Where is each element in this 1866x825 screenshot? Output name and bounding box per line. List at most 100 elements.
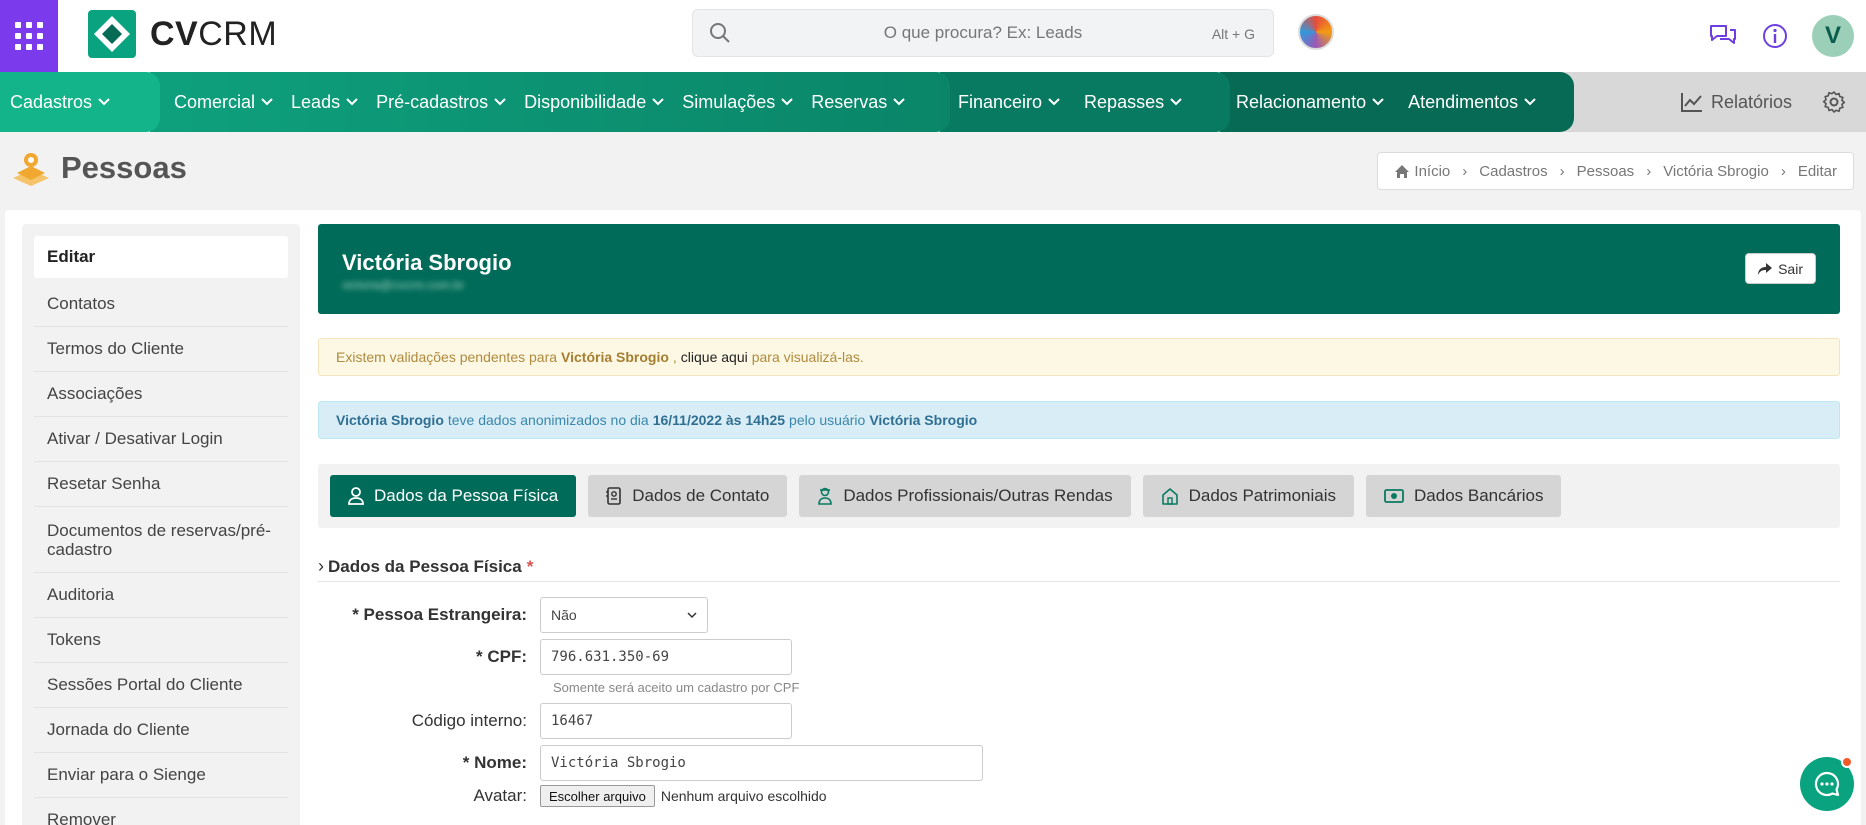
breadcrumb-cadastros[interactable]: Cadastros (1479, 163, 1547, 180)
nav-item-atendimentos[interactable]: Atendimentos (1408, 92, 1536, 113)
tab-patrimoniais[interactable]: Dados Patrimoniais (1142, 475, 1355, 517)
page-title: Pessoas (61, 150, 187, 185)
breadcrumb-person[interactable]: Victória Sbrogio (1663, 163, 1769, 180)
side-item-ativar-login[interactable]: Ativar / Desativar Login (34, 417, 288, 462)
search-icon (710, 23, 730, 43)
chevron-right-icon: › (318, 556, 324, 576)
nav-group-1: Cadastros (0, 72, 160, 132)
code-input[interactable]: 16467 (540, 703, 792, 739)
chevron-down-icon (652, 98, 664, 106)
side-item-sessoes[interactable]: Sessões Portal do Cliente (34, 663, 288, 708)
section-header-pessoa-fisica[interactable]: › Dados da Pessoa Física * (318, 552, 1840, 582)
chevron-down-icon (1170, 98, 1182, 106)
global-search[interactable]: O que procura? Ex: Leads Alt + G (692, 9, 1274, 57)
nav-item-leads[interactable]: Leads (291, 92, 358, 113)
code-label: Código interno: (411, 711, 527, 730)
form-tabs: Dados da Pessoa Física Dados de Contato … (318, 464, 1840, 528)
tab-bancarios[interactable]: Dados Bancários (1366, 475, 1562, 517)
page-header: Pessoas Início › Cadastros › Pessoas › V… (0, 132, 1866, 200)
chevron-down-icon (98, 98, 110, 106)
color-avatar[interactable] (1298, 14, 1334, 50)
nav-item-cadastros[interactable]: Cadastros (10, 92, 110, 113)
choose-file-button[interactable]: Escolher arquivo (540, 785, 655, 807)
side-item-documentos[interactable]: Documentos de reservas/pré-cadastro (34, 507, 288, 573)
contact-card-icon (606, 487, 622, 505)
side-item-jornada[interactable]: Jornada do Cliente (34, 708, 288, 753)
user-avatar[interactable]: V (1812, 15, 1854, 57)
side-item-associacoes[interactable]: Associações (34, 372, 288, 417)
share-icon (1758, 262, 1773, 275)
side-menu: Editar Contatos Termos do Cliente Associ… (22, 224, 300, 825)
nav-item-reservas[interactable]: Reservas (811, 92, 906, 113)
tab-contato[interactable]: Dados de Contato (588, 475, 788, 517)
app-logo[interactable]: CVCRM (88, 9, 277, 59)
breadcrumb-current: Editar (1797, 162, 1837, 180)
chevron-down-icon (494, 98, 506, 106)
breadcrumb: Início › Cadastros › Pessoas › Victória … (1377, 152, 1854, 190)
money-icon (1384, 489, 1404, 503)
form-row-avatar: Avatar: Escolher arquivo Nenhum arquivo … (318, 785, 827, 807)
side-item-resetar-senha[interactable]: Resetar Senha (34, 462, 288, 507)
file-status: Nenhum arquivo escolhido (660, 788, 827, 804)
worker-icon (818, 487, 833, 505)
required-mark: * (526, 556, 534, 576)
chat-bubbles-icon[interactable] (1708, 21, 1738, 51)
view-validations-link[interactable]: clique aqui (681, 349, 748, 365)
chevron-down-icon (1048, 98, 1060, 106)
info-icon[interactable] (1760, 21, 1790, 51)
chat-icon (1814, 771, 1840, 797)
breadcrumb-home[interactable]: Início (1394, 163, 1450, 180)
tab-pessoa-fisica[interactable]: Dados da Pessoa Física (330, 475, 577, 517)
home-icon (1395, 164, 1410, 178)
cpf-input[interactable]: 796.631.350-69 (540, 639, 792, 675)
tab-profissionais[interactable]: Dados Profissionais/Outras Rendas (799, 475, 1131, 517)
search-shortcut: Alt + G (1211, 26, 1255, 42)
exit-button[interactable]: Sair (1745, 253, 1816, 284)
nav-item-repasses[interactable]: Repasses (1084, 92, 1182, 113)
avatar-label: Avatar: (473, 786, 527, 805)
side-item-auditoria[interactable]: Auditoria (34, 573, 288, 618)
nav-item-simulacoes[interactable]: Simulações (682, 92, 793, 113)
main-nav: Relacionamento Atendimentos Financeiro R… (0, 72, 1866, 132)
nav-item-comercial[interactable]: Comercial (174, 92, 273, 113)
reports-link[interactable]: Relatórios (1680, 92, 1792, 113)
people-icon (13, 153, 49, 186)
nav-item-disponibilidade[interactable]: Disponibilidade (524, 92, 664, 113)
side-item-sienge[interactable]: Enviar para o Sienge (34, 753, 288, 798)
gear-icon[interactable] (1822, 90, 1846, 114)
main-card: Editar Contatos Termos do Cliente Associ… (5, 210, 1861, 825)
side-item-termos[interactable]: Termos do Cliente (34, 327, 288, 372)
chevron-down-icon (261, 98, 273, 106)
foreigner-select[interactable]: Não (540, 597, 708, 633)
chevron-down-icon (346, 98, 358, 106)
chevron-down-icon (687, 611, 697, 618)
cpf-label: * CPF: (476, 647, 527, 666)
anonymized-info-alert: Victória Sbrogio teve dados anonimizados… (318, 401, 1840, 439)
chevron-right-icon: › (1462, 162, 1468, 180)
side-item-remover[interactable]: Remover (34, 798, 288, 825)
chevron-down-icon (1372, 98, 1384, 106)
cpf-help: Somente será aceito um cadastro por CPF (553, 680, 800, 695)
grid-icon (15, 22, 43, 50)
nav-group-2: Comercial Leads Pré-cadastros Disponibil… (150, 72, 950, 132)
notification-dot (1841, 756, 1853, 768)
side-item-tokens[interactable]: Tokens (34, 618, 288, 663)
chevron-down-icon (893, 98, 906, 106)
foreigner-label: * Pessoa Estrangeira: (352, 605, 527, 624)
logo-text: CVCRM (150, 14, 278, 53)
person-header: Victória Sbrogio victoria@cvcrm.com.br S… (318, 224, 1840, 314)
apps-menu-button[interactable] (0, 0, 58, 72)
side-item-editar[interactable]: Editar (34, 236, 288, 278)
breadcrumb-pessoas[interactable]: Pessoas (1577, 163, 1635, 180)
nav-item-pre-cadastros[interactable]: Pré-cadastros (376, 92, 506, 113)
pending-validations-alert: Existem validações pendentes para Victór… (318, 338, 1840, 376)
search-placeholder: O que procura? Ex: Leads (883, 23, 1083, 42)
nav-item-financeiro[interactable]: Financeiro (958, 92, 1060, 113)
top-bar: CVCRM O que procura? Ex: Leads Alt + G V (0, 0, 1866, 72)
form-row-cpf: * CPF: 796.631.350-69 (318, 639, 792, 675)
side-item-contatos[interactable]: Contatos (34, 282, 288, 327)
chevron-right-icon: › (1559, 162, 1565, 180)
person-form: * Pessoa Estrangeira: Não * CPF: 796.631… (318, 582, 1840, 825)
name-input[interactable]: Victória Sbrogio (540, 745, 983, 781)
nav-item-relacionamento[interactable]: Relacionamento (1236, 92, 1384, 113)
